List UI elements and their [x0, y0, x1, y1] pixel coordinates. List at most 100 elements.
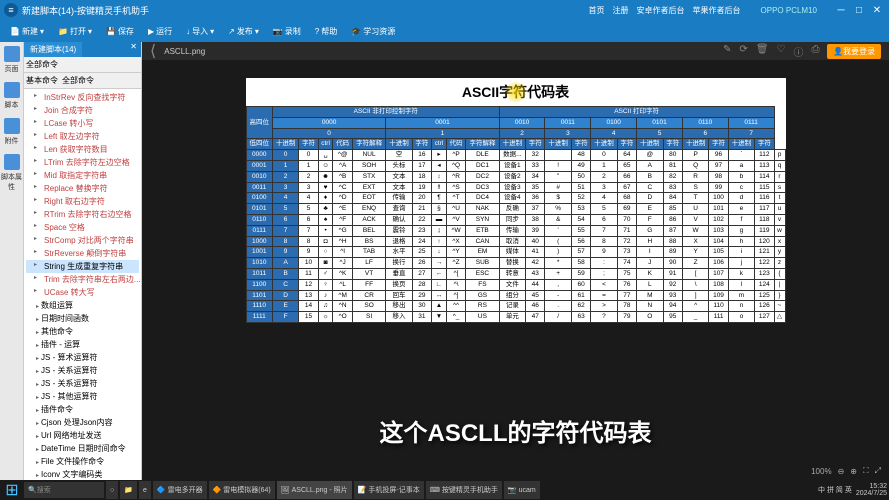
taskbar: ⊞ 🔍 搜索 ○ 📁 e 🔷雷电多开器 🔶雷电模拟器(64) 🖼ASCLL.pn…: [0, 480, 889, 500]
photo-toolbar: ⟨ ASCLL.png ✎ ⟳ 🗑 ♡ ⓘ ⎙ ▦ ⋯ ✕: [142, 42, 889, 60]
tray-date: 2024/7/25: [856, 490, 887, 497]
task-cortana[interactable]: ○: [106, 481, 118, 499]
video-caption: 这个ASCLL的字符代码表: [380, 413, 652, 448]
back-icon[interactable]: ⟨: [150, 41, 156, 61]
task-anjian[interactable]: ⌨按键精灵手机助手: [426, 481, 502, 499]
hdr-high: 高四位: [246, 107, 272, 139]
minimize-button[interactable]: ─: [833, 3, 849, 17]
tree-group[interactable]: Iconv 文字编码类: [26, 468, 139, 480]
tree-group[interactable]: 插件 - 运算: [26, 338, 139, 351]
cursor-highlight: [506, 82, 526, 102]
device-label: OPPO PCLM10: [761, 6, 817, 15]
tray-lang[interactable]: 中 拼 简 英: [818, 485, 852, 495]
rotate-icon[interactable]: ⟳: [739, 44, 747, 59]
nav-props[interactable]: 脚本属性: [0, 154, 23, 192]
login-badge[interactable]: 👤我要登录: [827, 44, 881, 59]
tool-record[interactable]: 📷录制: [267, 24, 307, 39]
delete-icon[interactable]: 🗑: [756, 44, 769, 59]
tree-fn[interactable]: Space 空格: [26, 221, 139, 234]
tree-fn[interactable]: InStrRev 反向查找字符: [26, 91, 139, 104]
maximize-button[interactable]: □: [851, 3, 867, 17]
tray-time: 15:32: [856, 483, 887, 490]
tab-close-icon[interactable]: ✕: [126, 42, 141, 57]
image-viewport[interactable]: ASCII字符代码表 高四位ASCII 非打印控制字符ASCII 打印字符000…: [142, 60, 889, 480]
task-ie[interactable]: e: [139, 481, 151, 499]
fullscreen-icon[interactable]: ⤢: [875, 466, 881, 476]
tree-group[interactable]: JS - 算术运算符: [26, 351, 139, 364]
info-icon[interactable]: ⓘ: [793, 44, 803, 59]
task-notepad[interactable]: 📝手机投屏-记事本: [354, 481, 424, 499]
link-home[interactable]: 首页: [589, 5, 605, 16]
edit-icon[interactable]: ✎: [723, 44, 731, 59]
task-explorer[interactable]: 📁: [120, 481, 137, 499]
close-button[interactable]: ✕: [869, 3, 885, 17]
start-button[interactable]: ⊞: [2, 481, 22, 499]
print-icon[interactable]: ⎙: [811, 44, 819, 59]
tool-run[interactable]: ▶运行: [142, 24, 178, 39]
link-apple[interactable]: 苹果作者后台: [693, 5, 741, 16]
tree-group[interactable]: Cjson 处理Json内容: [26, 416, 139, 429]
hdr-all2[interactable]: 全部命令: [62, 75, 94, 86]
tree-fn[interactable]: Left 取左边字符: [26, 130, 139, 143]
tree-group[interactable]: JS - 其他运算符: [26, 390, 139, 403]
tool-publish[interactable]: ↗发布▾: [222, 24, 265, 39]
tree-group[interactable]: 其他命令: [26, 325, 139, 338]
tree-group[interactable]: JS - 关系运算符: [26, 364, 139, 377]
zoom-out-icon[interactable]: ⊖: [838, 467, 845, 476]
tree-group[interactable]: JS - 关系运算符: [26, 377, 139, 390]
hdr-all[interactable]: 全部命令: [26, 59, 58, 70]
tree-group[interactable]: DateTime 日期时间命令: [26, 442, 139, 455]
tree-fn[interactable]: Join 合成字符: [26, 104, 139, 117]
tool-new[interactable]: 📄新建▾: [4, 24, 50, 39]
taskbar-search[interactable]: 🔍 搜索: [24, 482, 104, 498]
tree-fn[interactable]: Mid 取指定字符串: [26, 169, 139, 182]
nav-script[interactable]: 脚本: [4, 82, 20, 110]
heart-icon[interactable]: ♡: [777, 44, 786, 59]
nav-attach[interactable]: 附件: [4, 118, 20, 146]
zoom-controls: 100% ⊖ ⊕ ⛶ ⤢: [811, 466, 881, 476]
tool-help[interactable]: ?帮助: [309, 24, 343, 39]
hdr-basic[interactable]: 基本命令: [26, 75, 58, 86]
task-ld1[interactable]: 🔷雷电多开器: [153, 481, 207, 499]
ascii-table: ASCII字符代码表 高四位ASCII 非打印控制字符ASCII 打印字符000…: [246, 78, 786, 323]
tree-group[interactable]: 日期时间函数: [26, 312, 139, 325]
tree-fn[interactable]: StrComp 对比两个字符串: [26, 234, 139, 247]
script-tab[interactable]: 新建脚本(14): [24, 42, 82, 57]
photo-filename: ASCLL.png: [164, 47, 205, 56]
tree-fn[interactable]: Right 取右边字符: [26, 195, 139, 208]
fit-icon[interactable]: ⛶: [863, 466, 869, 476]
task-photo[interactable]: 🖼ASCLL.png - 照片: [277, 481, 352, 499]
titlebar: ≡ 新建脚本(14)-按键精灵手机助手 首页 注册 安卓作者后台 苹果作者后台 …: [0, 0, 889, 20]
tree-fn[interactable]: LTrim 去除字符左边空格: [26, 156, 139, 169]
tree-group[interactable]: 插件命令: [26, 403, 139, 416]
function-tree: InStrRev 反向查找字符Join 合成字符LCase 转小写Left 取左…: [24, 89, 141, 480]
table-title: ASCII字符代码表: [246, 78, 786, 106]
sidebar: 新建脚本(14) ✕ 全部命令 基本命令 全部命令 InStrRev 反向查找字符…: [24, 42, 142, 480]
tree-fn[interactable]: StrReverse 颠倒字符串: [26, 247, 139, 260]
tree-fn[interactable]: Len 获取字符数目: [26, 143, 139, 156]
task-ld2[interactable]: 🔶雷电模拟器(64): [209, 481, 275, 499]
tree-group[interactable]: 数组运算: [26, 299, 139, 312]
link-register[interactable]: 注册: [613, 5, 629, 16]
tool-open[interactable]: 📁打开▾: [52, 24, 98, 39]
nav-page[interactable]: 页面: [4, 46, 20, 74]
app-icon: ≡: [4, 3, 18, 17]
tree-group[interactable]: Url 网络地址发送: [26, 429, 139, 442]
tool-import[interactable]: ↓导入▾: [180, 24, 220, 39]
tree-fn[interactable]: Trim 去除字符串左右两边...: [26, 273, 139, 286]
tree-fn[interactable]: LCase 转小写: [26, 117, 139, 130]
link-android[interactable]: 安卓作者后台: [637, 5, 685, 16]
tree-group[interactable]: File 文件操作命令: [26, 455, 139, 468]
task-ucam[interactable]: 📷ucam: [504, 481, 540, 499]
tree-fn[interactable]: String 生成重复字符串: [26, 260, 139, 273]
content-area: ⟨ ASCLL.png ✎ ⟳ 🗑 ♡ ⓘ ⎙ ▦ ⋯ ✕ ASCII字符代码表…: [142, 42, 889, 480]
tool-save[interactable]: 💾保存: [100, 24, 140, 39]
window-title: 新建脚本(14)-按键精灵手机助手: [22, 4, 149, 17]
tree-fn[interactable]: RTrim 去除字符右边空格: [26, 208, 139, 221]
tree-fn[interactable]: Replace 替换字符: [26, 182, 139, 195]
tree-fn[interactable]: UCase 转大写: [26, 286, 139, 299]
left-nav: 页面 脚本 附件 脚本属性: [0, 42, 24, 480]
zoom-in-icon[interactable]: ⊕: [850, 467, 857, 476]
tool-learn[interactable]: 🎓学习资源: [345, 24, 401, 39]
toolbar: 📄新建▾ 📁打开▾ 💾保存 ▶运行 ↓导入▾ ↗发布▾ 📷录制 ?帮助 🎓学习资…: [0, 20, 889, 42]
